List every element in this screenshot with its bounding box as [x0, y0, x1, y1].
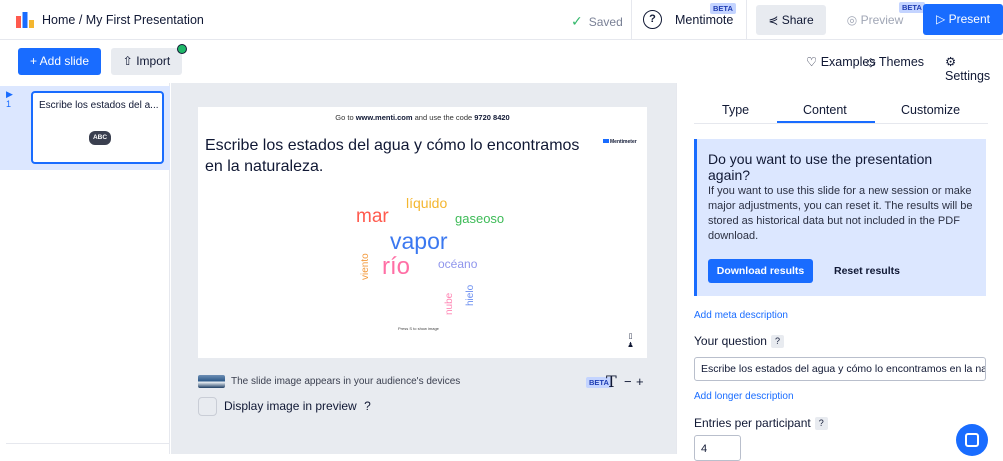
present-label: Present: [948, 12, 990, 26]
help-icon[interactable]: ?: [364, 399, 371, 413]
saved-status: ✓ Saved: [571, 13, 623, 30]
add-slide-button[interactable]: + Add slide: [18, 48, 101, 75]
question-input[interactable]: Escribe los estados del agua y cómo lo e…: [694, 357, 986, 381]
breadcrumb[interactable]: Home / My First Presentation: [42, 13, 204, 27]
join-url: www.menti.com: [355, 113, 413, 122]
slide-thumbnail[interactable]: Escribe los estados del a... ABC: [31, 91, 164, 164]
display-image-preview-row: Display image in preview ?: [198, 397, 498, 417]
check-icon: ✓: [571, 13, 583, 29]
share-button[interactable]: ⋞ Share: [756, 5, 826, 35]
cloud-word: gaseoso: [455, 211, 505, 226]
lightbulb-icon: ♡: [806, 55, 818, 69]
tab-type[interactable]: Type: [722, 103, 749, 117]
mentimote-beta-badge: BETA: [710, 3, 736, 14]
settings-label: Settings: [945, 69, 991, 83]
add-meta-description-link[interactable]: Add meta description: [694, 310, 788, 321]
entries-label: Entries per participant?: [694, 416, 828, 430]
slide-image-text: The slide image appears in your audience…: [231, 376, 461, 387]
text-size-icon[interactable]: T: [606, 372, 617, 391]
join-middle: and use the code: [412, 113, 475, 122]
mentimeter-logo-icon[interactable]: [16, 12, 34, 28]
help-icon[interactable]: ?: [770, 335, 784, 348]
word-cloud-icon: ABC: [89, 131, 111, 145]
join-prefix: Go to: [335, 113, 356, 122]
help-icon[interactable]: ?: [814, 417, 828, 430]
slide-thumbnail-title: Escribe los estados del a...: [39, 100, 159, 111]
add-longer-description-link[interactable]: Add longer description: [694, 391, 794, 402]
help-icon[interactable]: ?: [643, 10, 662, 29]
person-icon: ▯ ♟: [627, 333, 634, 349]
tab-content[interactable]: Content: [803, 103, 847, 117]
press-s-hint: Press S to show image: [398, 326, 439, 331]
share-icon: ⋞: [768, 13, 779, 27]
display-image-label: Display image in preview ?: [224, 399, 371, 413]
slide-question: Escribe los estados del agua y cómo lo e…: [205, 137, 580, 175]
cloud-word: océano: [438, 257, 478, 271]
play-icon: ▷: [936, 12, 946, 26]
cloud-word: vapor: [390, 228, 448, 254]
cloud-word: río: [382, 253, 411, 280]
cloud-word: nube: [444, 292, 455, 315]
tabs-divider: [694, 123, 988, 124]
active-tab-indicator: [777, 121, 875, 123]
slide-preview[interactable]: Go to www.menti.com and use the code 972…: [198, 107, 647, 358]
your-question-label: Your question?: [694, 334, 784, 348]
import-button[interactable]: ⇧ Import: [111, 48, 182, 75]
display-image-text: Display image in preview: [224, 399, 357, 413]
eye-icon: ◎: [846, 13, 858, 27]
zoom-in-button[interactable]: +: [636, 374, 644, 389]
slide-number: 1: [6, 99, 12, 109]
chat-icon[interactable]: [956, 424, 988, 456]
slide-brand-logo: Mentimeter: [603, 139, 637, 145]
download-results-button[interactable]: Download results: [708, 259, 813, 283]
upload-icon: ⇧: [122, 54, 133, 68]
cloud-word: viento: [360, 253, 371, 280]
cloud-word: líquido: [406, 195, 448, 211]
divider: [631, 0, 632, 40]
cloud-word: hielo: [465, 284, 476, 306]
divider: [746, 0, 747, 40]
saved-label: Saved: [588, 15, 623, 29]
tab-customize[interactable]: Customize: [901, 103, 960, 117]
present-button[interactable]: ▷ Present: [923, 4, 1003, 35]
slide-image-row: The slide image appears in your audience…: [198, 372, 648, 391]
play-icon: ▶: [6, 89, 13, 99]
gear-icon: ⚙: [945, 55, 957, 69]
slide-marker: ▶ 1: [6, 89, 13, 109]
info-body: If you want to use this slide for a new …: [708, 185, 973, 242]
your-question-text: Your question: [694, 334, 767, 348]
reset-info-box: Do you want to use the presentation agai…: [694, 139, 986, 296]
zoom-out-button[interactable]: −: [624, 374, 632, 389]
settings-link[interactable]: ⚙ Settings: [945, 54, 1003, 83]
preview-beta-badge: BETA: [899, 2, 925, 13]
slide-image-thumbnail[interactable]: [198, 375, 225, 388]
display-image-checkbox[interactable]: [198, 397, 217, 416]
join-instructions: Go to www.menti.com and use the code 972…: [198, 113, 647, 122]
mentimote-button[interactable]: Mentimote: [675, 13, 733, 27]
share-label: Share: [781, 13, 814, 27]
cloud-word: mar: [356, 206, 389, 227]
reset-results-button[interactable]: Reset results: [834, 265, 900, 277]
preview-label: Preview: [860, 13, 904, 27]
themes-label: Themes: [878, 55, 925, 69]
themes-icon: ◇: [866, 55, 876, 69]
mentimote-label: Mentimote: [675, 13, 734, 27]
divider: [6, 443, 170, 444]
notification-dot: [177, 44, 187, 54]
info-title: Do you want to use the presentation agai…: [708, 151, 933, 183]
entries-text: Entries per participant: [694, 416, 811, 430]
top-bar: Home / My First Presentation ✓ Saved ? Me…: [0, 0, 1003, 40]
themes-link[interactable]: ◇ Themes: [866, 54, 924, 69]
join-code: 9720 8420: [474, 113, 510, 122]
import-label: Import: [136, 54, 171, 68]
brand-name: Mentimeter: [610, 139, 637, 145]
entries-input[interactable]: 4: [694, 435, 741, 461]
